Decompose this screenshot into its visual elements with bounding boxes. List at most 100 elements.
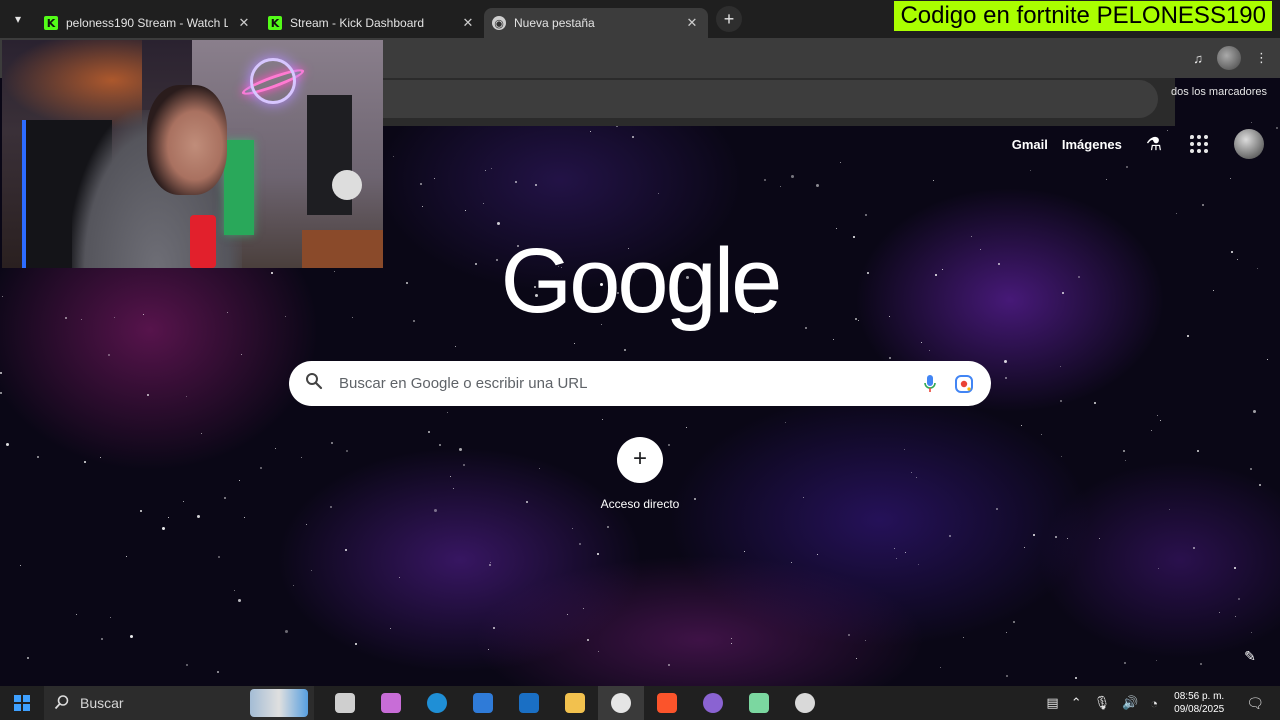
close-icon[interactable]: ✕ — [684, 15, 700, 31]
star — [1238, 598, 1240, 600]
labs-flask-icon[interactable]: ⚗ — [1146, 134, 1162, 155]
taskbar-app-file-explorer[interactable] — [552, 686, 598, 720]
star — [1157, 415, 1158, 416]
kick-icon: K — [268, 16, 282, 30]
star — [856, 658, 857, 659]
star — [1004, 360, 1007, 363]
star — [422, 206, 423, 207]
microphone-icon[interactable] — [919, 373, 941, 395]
star — [183, 501, 184, 502]
google-lens-icon[interactable] — [953, 373, 975, 395]
tab-kick-dashboard[interactable]: K Stream - Kick Dashboard ✕ — [260, 8, 484, 38]
customize-pencil-icon[interactable]: ✎ — [1238, 644, 1262, 668]
star — [574, 343, 575, 344]
star — [306, 524, 307, 525]
star — [224, 497, 226, 499]
profile-avatar[interactable] — [1217, 46, 1241, 70]
star — [731, 638, 732, 639]
search-input[interactable] — [339, 375, 907, 392]
volume-icon[interactable]: 🔊 — [1122, 695, 1138, 711]
star — [785, 422, 786, 423]
star — [780, 186, 781, 187]
taskbar-app-chrome[interactable] — [598, 686, 644, 720]
star — [1094, 402, 1096, 404]
star — [293, 585, 294, 586]
star — [0, 392, 2, 394]
discord-icon — [703, 693, 723, 713]
star — [108, 354, 110, 356]
start-button[interactable] — [0, 686, 44, 720]
edge-icon — [427, 693, 447, 713]
star — [147, 394, 149, 396]
google-apps-icon[interactable] — [1190, 135, 1208, 153]
taskbar-app-copilot[interactable] — [368, 686, 414, 720]
star — [816, 184, 819, 187]
taskbar-search[interactable]: Buscar — [44, 686, 314, 720]
star — [911, 472, 912, 473]
star — [491, 168, 492, 169]
tab-search-button[interactable]: ▾ — [0, 0, 36, 38]
taskbar-app-edge[interactable] — [414, 686, 460, 720]
star — [488, 649, 489, 650]
star — [420, 183, 422, 185]
star — [1060, 400, 1062, 402]
star — [1250, 468, 1252, 470]
star — [455, 346, 456, 347]
star — [865, 214, 867, 216]
gmail-link[interactable]: Gmail — [1012, 137, 1048, 152]
network-icon[interactable]: ◔ — [1150, 696, 1158, 711]
star — [848, 634, 850, 636]
all-bookmarks-label[interactable]: dos los marcadores — [1171, 86, 1267, 98]
add-shortcut[interactable]: + Acceso directo — [590, 437, 690, 511]
tab-nueva-pestana[interactable]: ◉ Nueva pestaña ✕ — [484, 8, 708, 38]
close-icon[interactable]: ✕ — [236, 15, 252, 31]
more-options-icon[interactable]: ⋮ — [1255, 50, 1268, 66]
clock[interactable]: 08:56 p. m. 09/08/2025 — [1174, 690, 1224, 716]
taskbar-app-brave[interactable] — [644, 686, 690, 720]
close-icon[interactable]: ✕ — [460, 15, 476, 31]
star — [607, 526, 609, 528]
tab-peloness190-stream[interactable]: K peloness190 Stream - Watch Li ✕ — [36, 8, 260, 38]
star — [526, 501, 528, 503]
star — [694, 498, 696, 500]
taskbar-app-task-view[interactable] — [322, 686, 368, 720]
google-account-avatar[interactable] — [1234, 129, 1264, 159]
star — [567, 614, 568, 615]
images-link[interactable]: Imágenes — [1062, 137, 1122, 152]
star — [590, 131, 591, 132]
google-search-box[interactable] — [289, 361, 991, 406]
star — [1123, 450, 1125, 452]
star — [450, 476, 451, 477]
star — [1005, 377, 1007, 379]
taskbar-app-store[interactable] — [460, 686, 506, 720]
star — [686, 427, 687, 428]
taskbar-app-outlook[interactable] — [506, 686, 552, 720]
star — [1124, 662, 1126, 664]
star — [238, 599, 241, 602]
star — [996, 508, 998, 510]
chrome-icon: ◉ — [492, 16, 506, 30]
toolbar-actions: ♫ ⋮ — [1160, 38, 1280, 78]
microphone-icon[interactable]: 🎙 — [1094, 695, 1111, 711]
star — [1067, 538, 1068, 539]
chevron-down-icon: ▾ — [14, 12, 22, 26]
show-hidden-icons-icon[interactable]: ⌃ — [1071, 695, 1082, 711]
notifications-icon[interactable]: 🗨 — [1246, 695, 1264, 712]
taskbar-app-streamlabs[interactable] — [736, 686, 782, 720]
tab-title: peloness190 Stream - Watch Li — [66, 16, 228, 30]
store-icon — [473, 693, 493, 713]
star — [497, 222, 500, 225]
address-bar[interactable] — [380, 80, 1158, 118]
taskbar-app-obs[interactable] — [782, 686, 828, 720]
star — [894, 548, 895, 549]
new-tab-button[interactable]: + — [716, 6, 742, 32]
star — [260, 467, 262, 469]
star — [399, 577, 400, 578]
news-widget-icon[interactable]: ▤ — [1046, 695, 1058, 711]
taskbar-app-discord[interactable] — [690, 686, 736, 720]
add-shortcut-button[interactable]: + — [617, 437, 663, 483]
star — [940, 667, 941, 668]
star — [110, 617, 111, 618]
media-control-icon[interactable]: ♫ — [1193, 51, 1203, 66]
star — [1202, 204, 1204, 206]
